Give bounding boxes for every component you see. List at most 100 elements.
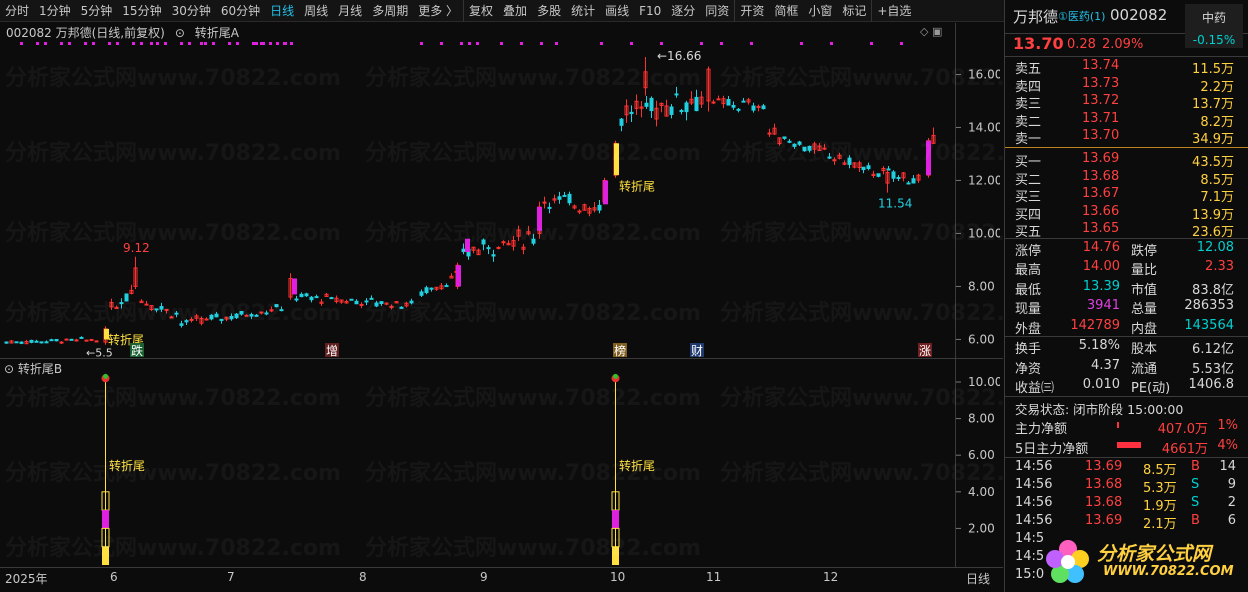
candle-body [244, 314, 249, 317]
flow-row[interactable]: 5日主力净额 4661万 4% [1005, 437, 1248, 457]
stat-value: 3941 [1086, 298, 1120, 314]
flow-label: 5日主力净额 [1015, 441, 1089, 457]
bids-price: 13.69 [1082, 150, 1120, 166]
toolbar-item-21[interactable]: 小窗 [803, 0, 837, 22]
toolbar-item-7[interactable]: 周线 [299, 0, 333, 22]
toolbar-item-5[interactable]: 60分钟 [216, 0, 265, 22]
tick-price: 13.69 [1085, 512, 1123, 528]
candle-body [694, 96, 699, 112]
bids-row[interactable]: 买五 13.65 23.6万 [1005, 220, 1248, 240]
toolbar-item-2[interactable]: 5分钟 [76, 0, 118, 22]
asks-price: 13.71 [1082, 110, 1120, 126]
toolbar-item-14[interactable]: 统计 [566, 0, 600, 22]
toolbar-item-23[interactable]: +自选 [871, 0, 916, 22]
price-change: 0.28 [1067, 37, 1096, 52]
period-selector[interactable]: 日线 [966, 570, 990, 587]
indicator-a-menu[interactable]: ⊙ 转折尾A [175, 24, 239, 41]
candle-body [731, 104, 736, 108]
order-book: 卖五 13.74 11.5万 卖四 13.73 2.2万 卖三 13.72 13.7… [1005, 56, 1248, 240]
candle-body [59, 341, 64, 344]
tick-count: 2 [1227, 494, 1236, 510]
signal-dot [468, 42, 471, 45]
toolbar-item-18[interactable]: 同资 [700, 0, 734, 22]
candle-body [359, 303, 364, 306]
candle-body [309, 296, 314, 301]
bids-price: 13.65 [1082, 221, 1120, 237]
bids-row[interactable]: 买一 13.69 43.5万 [1005, 150, 1248, 170]
toolbar-item-11[interactable]: 复权 [463, 0, 498, 22]
bids-row[interactable]: 买四 13.66 13.9万 [1005, 203, 1248, 223]
toolbar-item-13[interactable]: 多股 [532, 0, 566, 22]
candle-body [597, 204, 602, 211]
candle-body [369, 297, 374, 300]
stat-value: 286353 [1184, 298, 1234, 314]
candle-body [419, 291, 424, 296]
event-badge-label: 涨 [919, 343, 931, 358]
toolbar-item-20[interactable]: 简框 [769, 0, 803, 22]
tick-side: B [1191, 458, 1200, 474]
bids-price: 13.66 [1082, 203, 1120, 219]
stat-label: 现量 [1015, 302, 1042, 318]
kline-chart[interactable]: 16.00 14.00 12.00 10.00 8.00 6.00 9.12 ←16.66 11… [0, 40, 1000, 362]
candle-body [314, 296, 319, 299]
tick-time: 15:0 [1015, 566, 1045, 582]
toolbar-item-8[interactable]: 月线 [333, 0, 367, 22]
toolbar-item-22[interactable]: 标记 [837, 0, 871, 22]
signal-bar [926, 140, 931, 176]
candle-body [827, 156, 832, 159]
asks-row[interactable]: 卖四 13.73 2.2万 [1005, 75, 1248, 95]
candle-body [461, 248, 466, 252]
asks-price: 13.73 [1082, 75, 1120, 91]
toolbar-item-6[interactable]: 日线 [265, 0, 299, 22]
toolbar-item-16[interactable]: F10 [634, 0, 666, 22]
panel-divider[interactable] [0, 358, 1003, 359]
signal-dot [476, 42, 479, 45]
candle-body [896, 176, 901, 179]
toolbar-item-17[interactable]: 逐分 [666, 0, 700, 22]
bids-row[interactable]: 买三 13.67 7.1万 [1005, 185, 1248, 205]
toolbar-item-15[interactable]: 画线 [600, 0, 634, 22]
stat-label: 涨停 [1015, 243, 1042, 259]
toolbar-item-19[interactable]: 开资 [734, 0, 769, 22]
stat-row: 涨停 14.76 跌停 12.08 [1005, 239, 1248, 259]
flow-row[interactable]: 主力净额 407.0万 1% [1005, 417, 1248, 437]
toolbar-item-4[interactable]: 30分钟 [167, 0, 216, 22]
toolbar-item-10[interactable]: 更多 〉 [413, 0, 463, 22]
candle-body [34, 340, 39, 343]
signal-flower-icon [103, 373, 108, 379]
asks-row[interactable]: 卖五 13.74 11.5万 [1005, 57, 1248, 77]
toolbar-item-3[interactable]: 15分钟 [117, 0, 166, 22]
candle-body [254, 314, 259, 317]
candle-body [684, 102, 689, 113]
indicator-a-label: 转折尾A [194, 25, 239, 40]
stat-label: 跌停 [1131, 243, 1158, 259]
candle-body [424, 287, 429, 294]
signal-label-2: 转折尾 [619, 178, 655, 193]
signal-dot [800, 42, 803, 45]
tick-time: 14:5 [1015, 548, 1045, 564]
x-axis: 2025年 6 7 8 9 10 11 12 日线 [0, 567, 1003, 592]
x-axis-label: 6 [110, 570, 118, 584]
toolbar-item-9[interactable]: 多周期 [367, 0, 413, 22]
stat-label: 量比 [1131, 263, 1158, 279]
toolbar-item-1[interactable]: 1分钟 [34, 0, 76, 22]
toolbar-item-12[interactable]: 叠加 [498, 0, 532, 22]
stat-row: 外盘 142789 内盘 143564 [1005, 317, 1248, 337]
y-tick-label: 6.00 [968, 332, 995, 346]
asks-row[interactable]: 卖一 13.70 34.9万 [1005, 127, 1248, 147]
trade-status: 交易状态: 闭市阶段 15:00:00 [1015, 401, 1184, 417]
indicator-chart[interactable]: 10.00 8.00 6.00 4.00 2.00 转折尾 转折尾 [0, 372, 1000, 568]
signal-dot [700, 42, 703, 45]
candle-body [906, 182, 911, 185]
asks-row[interactable]: 卖二 13.71 8.2万 [1005, 110, 1248, 130]
x-axis-label: 11 [706, 570, 722, 584]
event-badge-label: 榜 [614, 343, 626, 358]
sector-tag[interactable]: ①医药(1) [1058, 8, 1105, 24]
window-icons[interactable]: ◇ ▣ [920, 25, 942, 38]
signal-dot [164, 42, 167, 45]
asks-row[interactable]: 卖三 13.72 13.7万 [1005, 92, 1248, 112]
signal-box [612, 546, 619, 565]
candle-body [184, 320, 189, 323]
bids-row[interactable]: 买二 13.68 8.5万 [1005, 168, 1248, 188]
toolbar-item-0[interactable]: 分时 [0, 0, 34, 22]
